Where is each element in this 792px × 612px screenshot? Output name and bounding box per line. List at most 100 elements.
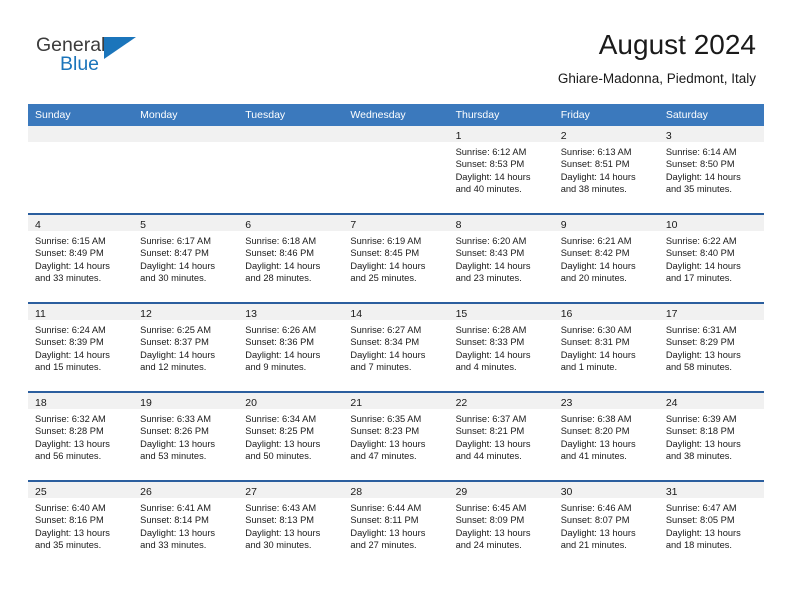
day-details: Sunrise: 6:21 AM Sunset: 8:42 PM Dayligh… [554,231,659,285]
page-title: August 2024 [598,29,756,60]
day-number-strip: 29 [448,482,554,498]
day-number: 1 [455,130,462,142]
day-cell[interactable]: 27 Sunrise: 6:43 AM Sunset: 8:13 PM Dayl… [238,482,344,569]
day-cell[interactable]: 13 Sunrise: 6:26 AM Sunset: 8:36 PM Dayl… [238,304,344,391]
day-cell[interactable]: 11 Sunrise: 6:24 AM Sunset: 8:39 PM Dayl… [28,304,134,391]
daylight-text-line1: Daylight: 13 hours [665,349,741,360]
sunrise-text: Sunrise: 6:13 AM [560,147,632,157]
day-number-strip: 18 [28,393,134,409]
sunset-text: Sunset: 8:23 PM [350,426,420,437]
day-number: 2 [560,130,567,142]
daylight-text-line1: Daylight: 13 hours [35,527,110,538]
sunrise-text: Sunrise: 6:31 AM [665,325,737,335]
page-subtitle: Ghiare-Madonna, Piedmont, Italy [557,71,756,86]
daylight-text-line2: and 20 minutes. [560,273,627,284]
sunset-text: Sunset: 8:51 PM [560,159,630,170]
day-cell[interactable]: 2 Sunrise: 6:13 AM Sunset: 8:51 PM Dayli… [553,126,659,213]
sunrise-text: Sunrise: 6:39 AM [665,414,737,424]
daylight-text-line1: Daylight: 13 hours [455,438,531,449]
day-details: Sunrise: 6:22 AM Sunset: 8:40 PM Dayligh… [659,231,764,285]
day-number-strip: 1 [448,126,554,142]
day-number: 19 [140,397,152,409]
day-cell[interactable]: 16 Sunrise: 6:30 AM Sunset: 8:31 PM Dayl… [553,304,659,391]
day-cell[interactable]: 26 Sunrise: 6:41 AM Sunset: 8:14 PM Dayl… [133,482,239,569]
daylight-text-line1: Daylight: 14 hours [665,260,741,271]
day-number-strip: 13 [238,304,344,320]
day-cell[interactable]: 22 Sunrise: 6:37 AM Sunset: 8:21 PM Dayl… [448,393,554,480]
sunset-text: Sunset: 8:40 PM [665,248,735,259]
daylight-text-line2: and 41 minutes. [560,451,627,462]
day-number: 8 [455,219,462,231]
week-row: 1 Sunrise: 6:12 AM Sunset: 8:53 PM Dayli… [28,126,764,213]
day-number-strip: 11 [28,304,134,320]
day-number: 29 [455,486,468,498]
sunset-text: Sunset: 8:49 PM [35,248,104,259]
day-number: 3 [665,130,672,142]
day-number: 11 [35,308,46,320]
day-number-strip: 30 [553,482,659,498]
day-cell[interactable]: 15 Sunrise: 6:28 AM Sunset: 8:33 PM Dayl… [448,304,554,391]
daylight-text-line1: Daylight: 14 hours [560,260,636,271]
day-cell[interactable]: 30 Sunrise: 6:46 AM Sunset: 8:07 PM Dayl… [553,482,659,569]
day-details: Sunrise: 6:24 AM Sunset: 8:39 PM Dayligh… [28,320,133,374]
day-number: 5 [140,219,146,231]
day-details: Sunrise: 6:35 AM Sunset: 8:23 PM Dayligh… [343,409,448,463]
logo-triangle-icon [104,37,136,59]
day-cell[interactable]: 18 Sunrise: 6:32 AM Sunset: 8:28 PM Dayl… [28,393,134,480]
daylight-text-line1: Daylight: 14 hours [35,260,110,271]
day-details: Sunrise: 6:20 AM Sunset: 8:43 PM Dayligh… [449,231,554,285]
day-cell[interactable]: 31 Sunrise: 6:47 AM Sunset: 8:05 PM Dayl… [658,482,764,569]
day-cell[interactable]: 17 Sunrise: 6:31 AM Sunset: 8:29 PM Dayl… [658,304,764,391]
day-number: 4 [35,219,41,231]
sunrise-text: Sunrise: 6:35 AM [350,414,422,424]
day-cell[interactable]: 7 Sunrise: 6:19 AM Sunset: 8:45 PM Dayli… [343,215,449,302]
day-cell[interactable]: 6 Sunrise: 6:18 AM Sunset: 8:46 PM Dayli… [238,215,344,302]
daylight-text-line1: Daylight: 13 hours [245,438,321,449]
day-cell[interactable]: 9 Sunrise: 6:21 AM Sunset: 8:42 PM Dayli… [553,215,659,302]
day-cell[interactable]: 20 Sunrise: 6:34 AM Sunset: 8:25 PM Dayl… [238,393,344,480]
day-cell[interactable]: 4 Sunrise: 6:15 AM Sunset: 8:49 PM Dayli… [28,215,134,302]
day-cell[interactable]: 24 Sunrise: 6:39 AM Sunset: 8:18 PM Dayl… [658,393,764,480]
sunset-text: Sunset: 8:28 PM [35,426,104,437]
weekday-header-row: Sunday Monday Tuesday Wednesday Thursday… [28,104,764,126]
sunset-text: Sunset: 8:09 PM [455,515,525,526]
day-cell[interactable]: 23 Sunrise: 6:38 AM Sunset: 8:20 PM Dayl… [553,393,659,480]
day-cell[interactable]: 8 Sunrise: 6:20 AM Sunset: 8:43 PM Dayli… [448,215,554,302]
day-number-strip: 25 [28,482,134,498]
day-cell[interactable]: 3 Sunrise: 6:14 AM Sunset: 8:50 PM Dayli… [658,126,764,213]
day-cell[interactable]: 5 Sunrise: 6:17 AM Sunset: 8:47 PM Dayli… [133,215,239,302]
day-cell[interactable]: 29 Sunrise: 6:45 AM Sunset: 8:09 PM Dayl… [448,482,554,569]
daylight-text-line1: Daylight: 13 hours [35,438,110,449]
daylight-text-line2: and 56 minutes. [35,451,102,462]
day-number: 15 [455,308,468,320]
day-cell[interactable]: 1 Sunrise: 6:12 AM Sunset: 8:53 PM Dayli… [448,126,554,213]
day-number: 16 [560,308,573,320]
weekday-header-tuesday: Tuesday [245,109,286,121]
general-blue-logo[interactable]: General Blue [36,34,156,84]
daylight-text-line1: Daylight: 14 hours [140,349,216,360]
day-details: Sunrise: 6:25 AM Sunset: 8:37 PM Dayligh… [133,320,238,374]
week-row: 4 Sunrise: 6:15 AM Sunset: 8:49 PM Dayli… [28,213,764,302]
day-number: 7 [350,219,357,231]
daylight-text-line1: Daylight: 14 hours [350,260,426,271]
day-details: Sunrise: 6:12 AM Sunset: 8:53 PM Dayligh… [449,142,554,196]
day-number-strip: 4 [28,215,134,231]
day-number-strip: 12 [133,304,239,320]
sunset-text: Sunset: 8:18 PM [665,426,735,437]
day-details: Sunrise: 6:17 AM Sunset: 8:47 PM Dayligh… [133,231,238,285]
day-cell[interactable]: 28 Sunrise: 6:44 AM Sunset: 8:11 PM Dayl… [343,482,449,569]
day-cell[interactable]: 14 Sunrise: 6:27 AM Sunset: 8:34 PM Dayl… [343,304,449,391]
day-number: 20 [245,397,257,409]
day-cell[interactable]: 12 Sunrise: 6:25 AM Sunset: 8:37 PM Dayl… [133,304,239,391]
weekday-header-monday: Monday [140,109,178,121]
daylight-text-line1: Daylight: 13 hours [665,438,741,449]
day-cell[interactable]: 25 Sunrise: 6:40 AM Sunset: 8:16 PM Dayl… [28,482,134,569]
day-number-strip [133,126,239,142]
day-cell[interactable]: 21 Sunrise: 6:35 AM Sunset: 8:23 PM Dayl… [343,393,449,480]
daylight-text-line1: Daylight: 14 hours [560,349,636,360]
day-details: Sunrise: 6:27 AM Sunset: 8:34 PM Dayligh… [343,320,448,374]
day-cell[interactable]: 19 Sunrise: 6:33 AM Sunset: 8:26 PM Dayl… [133,393,239,480]
daylight-text-line2: and 15 minutes. [35,362,102,373]
weekday-header-thursday: Thursday [455,109,500,121]
day-cell[interactable]: 10 Sunrise: 6:22 AM Sunset: 8:40 PM Dayl… [658,215,764,302]
